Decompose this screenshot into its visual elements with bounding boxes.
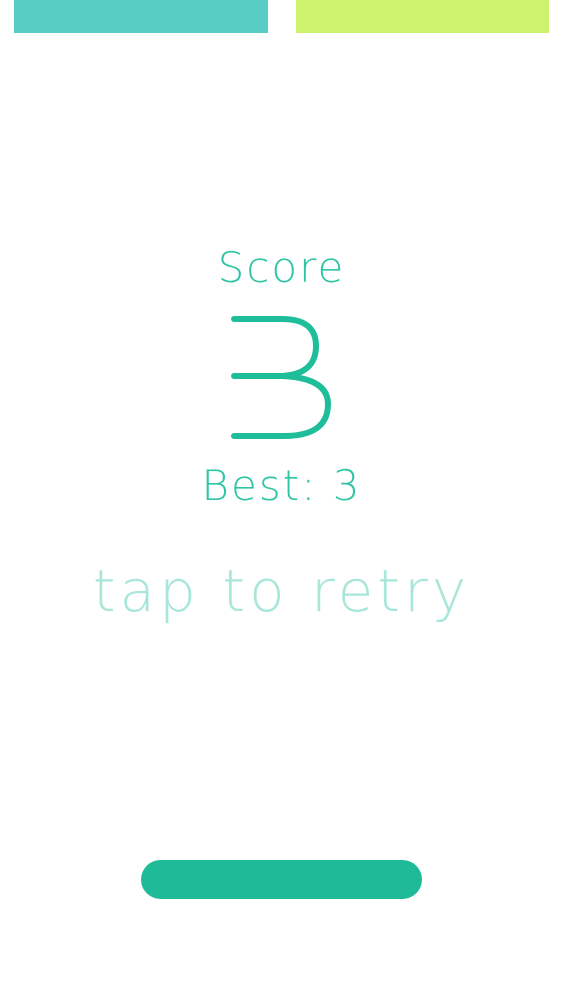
score-value: 3	[231, 316, 331, 439]
game-over-screen[interactable]: Score 3 Best: 3 tap to retry	[0, 0, 563, 1000]
tap-to-retry-prompt[interactable]: tap to retry	[0, 555, 563, 627]
best-score-label: Best: 3	[201, 461, 362, 510]
score-label: Score	[217, 243, 346, 292]
top-bar-left	[14, 0, 268, 33]
bottom-pill-bar	[141, 860, 422, 899]
top-bar-right	[296, 0, 549, 33]
score-digit-glyph	[231, 316, 331, 439]
